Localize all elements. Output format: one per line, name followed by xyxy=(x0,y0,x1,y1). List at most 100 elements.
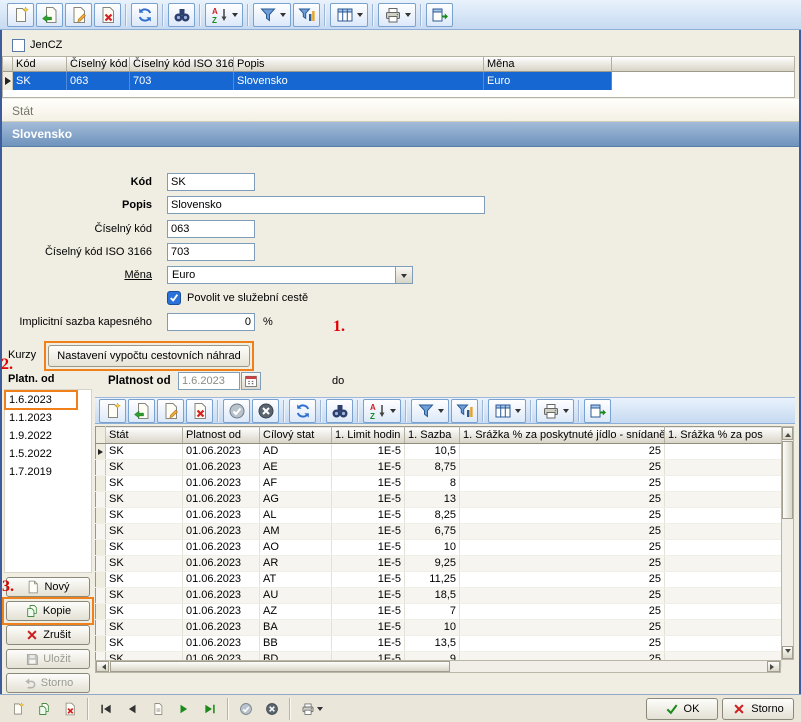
table-row[interactable]: SK 01.06.2023 AT 1E-5 11,25 25 xyxy=(96,572,782,588)
mena-select[interactable]: Euro xyxy=(167,266,413,284)
rates-vertical-scrollbar[interactable] xyxy=(781,426,794,660)
storno-button[interactable]: Storno xyxy=(722,698,794,720)
delete-record-button[interactable] xyxy=(58,698,82,720)
popis-input[interactable] xyxy=(167,196,485,214)
columns-button[interactable] xyxy=(330,3,368,27)
filter-button[interactable] xyxy=(411,399,449,423)
kod-input[interactable] xyxy=(167,173,255,191)
column-header[interactable]: 1. Sazba xyxy=(405,427,460,444)
table-row[interactable]: SK 01.06.2023 AL 1E-5 8,25 25 xyxy=(96,508,782,524)
country-grid-header: Kód Číselný kód Číselný kód ISO 3166 Pop… xyxy=(3,57,794,72)
table-row[interactable]: SK 01.06.2023 AG 1E-5 13 25 xyxy=(96,492,782,508)
scroll-left-button[interactable] xyxy=(96,661,109,672)
country-row-slovensko[interactable]: SK 063 703 Slovensko Euro xyxy=(3,72,794,90)
filter-button[interactable] xyxy=(253,3,291,27)
edit-item-button[interactable] xyxy=(65,3,92,27)
povolit-checkbox[interactable] xyxy=(167,291,181,305)
column-header[interactable]: Platnost od xyxy=(183,427,260,444)
jencz-checkbox[interactable] xyxy=(12,39,25,52)
first-record-button[interactable] xyxy=(94,698,118,720)
ciselny-kod-input[interactable] xyxy=(167,220,255,238)
columns-button[interactable] xyxy=(488,399,526,423)
last-record-button[interactable] xyxy=(198,698,222,720)
copy-record-button[interactable] xyxy=(32,698,56,720)
date-list-item[interactable]: 1.7.2019 xyxy=(5,463,77,481)
accept-button[interactable] xyxy=(223,399,250,423)
sort-az-button[interactable] xyxy=(205,3,243,27)
export-button[interactable] xyxy=(584,399,611,423)
column-header[interactable]: Cílový stat xyxy=(260,427,332,444)
column-header[interactable]: 1. Limit hodin xyxy=(332,427,405,444)
prev-record-button[interactable] xyxy=(120,698,144,720)
cancel-button[interactable] xyxy=(252,399,279,423)
table-row[interactable]: SK 01.06.2023 AR 1E-5 9,25 25 xyxy=(96,556,782,572)
table-row[interactable]: SK 01.06.2023 BB 1E-5 13,5 25 xyxy=(96,636,782,652)
scrollbar-thumb[interactable] xyxy=(782,441,793,519)
delete-item-button[interactable] xyxy=(94,3,121,27)
mena-label[interactable]: Měna xyxy=(0,266,160,284)
new-document-button[interactable] xyxy=(7,3,34,27)
date-list-header[interactable]: Platn. od xyxy=(8,373,54,385)
table-row[interactable]: SK 01.06.2023 AM 1E-5 6,75 25 xyxy=(96,524,782,540)
iso-input[interactable] xyxy=(167,243,255,261)
zrusit-button[interactable]: Zrušit xyxy=(6,625,90,645)
export-button[interactable] xyxy=(426,3,453,27)
column-header[interactable]: Kód xyxy=(13,57,67,72)
table-row[interactable]: SK 01.06.2023 AO 1E-5 10 25 xyxy=(96,540,782,556)
refresh-button[interactable] xyxy=(131,3,158,27)
table-row[interactable]: SK 01.06.2023 AU 1E-5 18,5 25 xyxy=(96,588,782,604)
column-header[interactable]: Popis xyxy=(234,57,484,72)
print-button[interactable] xyxy=(536,399,574,423)
current-record-button[interactable] xyxy=(146,698,170,720)
edit-record-button[interactable] xyxy=(157,399,184,423)
scroll-down-button[interactable] xyxy=(782,646,793,659)
calendar-button[interactable] xyxy=(241,372,261,390)
storno-record-button: Storno xyxy=(6,673,90,693)
date-list-item[interactable]: 1.9.2022 xyxy=(5,427,77,445)
print-button[interactable] xyxy=(296,698,328,720)
kod-label: Kód xyxy=(0,173,160,191)
cancel-button[interactable] xyxy=(260,698,284,720)
novy-button[interactable]: Nový xyxy=(6,577,90,597)
scrollbar-thumb[interactable] xyxy=(110,661,450,672)
column-header[interactable]: Číselný kód xyxy=(67,57,130,72)
open-item-button[interactable] xyxy=(36,3,63,27)
table-row[interactable]: SK 01.06.2023 AD 1E-5 10,5 25 xyxy=(96,444,782,460)
platnost-od-input[interactable] xyxy=(178,372,240,390)
column-header[interactable]: 1. Srážka % za poskytnuté jídlo - snídan… xyxy=(460,427,665,444)
table-row[interactable]: SK 01.06.2023 BA 1E-5 10 25 xyxy=(96,620,782,636)
scroll-right-button[interactable] xyxy=(767,661,780,672)
nastaveni-nahrad-button[interactable]: Nastavení vypočtu cestovních náhrad xyxy=(48,345,250,367)
date-list-item[interactable]: 1.6.2023 xyxy=(5,391,77,409)
cell: 01.06.2023 xyxy=(183,460,260,476)
sort-az-button[interactable] xyxy=(363,399,401,423)
column-header[interactable]: Měna xyxy=(484,57,612,72)
open-record-button[interactable] xyxy=(128,399,155,423)
search-button[interactable] xyxy=(326,399,353,423)
scroll-up-button[interactable] xyxy=(782,427,793,440)
print-button[interactable] xyxy=(378,3,416,27)
new-record-button[interactable] xyxy=(99,399,126,423)
filter-settings-button[interactable] xyxy=(293,3,320,27)
table-row[interactable]: SK 01.06.2023 AF 1E-5 8 25 xyxy=(96,476,782,492)
export-icon xyxy=(431,6,449,24)
table-row[interactable]: SK 01.06.2023 AE 1E-5 8,75 25 xyxy=(96,460,782,476)
new-record-button[interactable] xyxy=(6,698,30,720)
column-header[interactable]: Číselný kód ISO 3166 xyxy=(130,57,234,72)
table-row[interactable]: SK 01.06.2023 AZ 1E-5 7 25 xyxy=(96,604,782,620)
refresh-button[interactable] xyxy=(289,399,316,423)
kapesne-input[interactable] xyxy=(167,313,255,331)
ok-button[interactable]: OK xyxy=(646,698,718,720)
delete-record-button[interactable] xyxy=(186,399,213,423)
date-list-item[interactable]: 1.5.2022 xyxy=(5,445,77,463)
filter-settings-button[interactable] xyxy=(451,399,478,423)
accept-button[interactable] xyxy=(234,698,258,720)
rates-horizontal-scrollbar[interactable] xyxy=(95,660,781,673)
kopie-button[interactable]: Kopie xyxy=(6,601,90,621)
date-list-item[interactable]: 1.1.2023 xyxy=(5,409,77,427)
search-button[interactable] xyxy=(168,3,195,27)
next-record-button[interactable] xyxy=(172,698,196,720)
chevron-down-icon[interactable] xyxy=(395,267,412,283)
column-header[interactable]: 1. Srážka % za pos xyxy=(665,427,782,444)
column-header[interactable]: Stát xyxy=(106,427,183,444)
